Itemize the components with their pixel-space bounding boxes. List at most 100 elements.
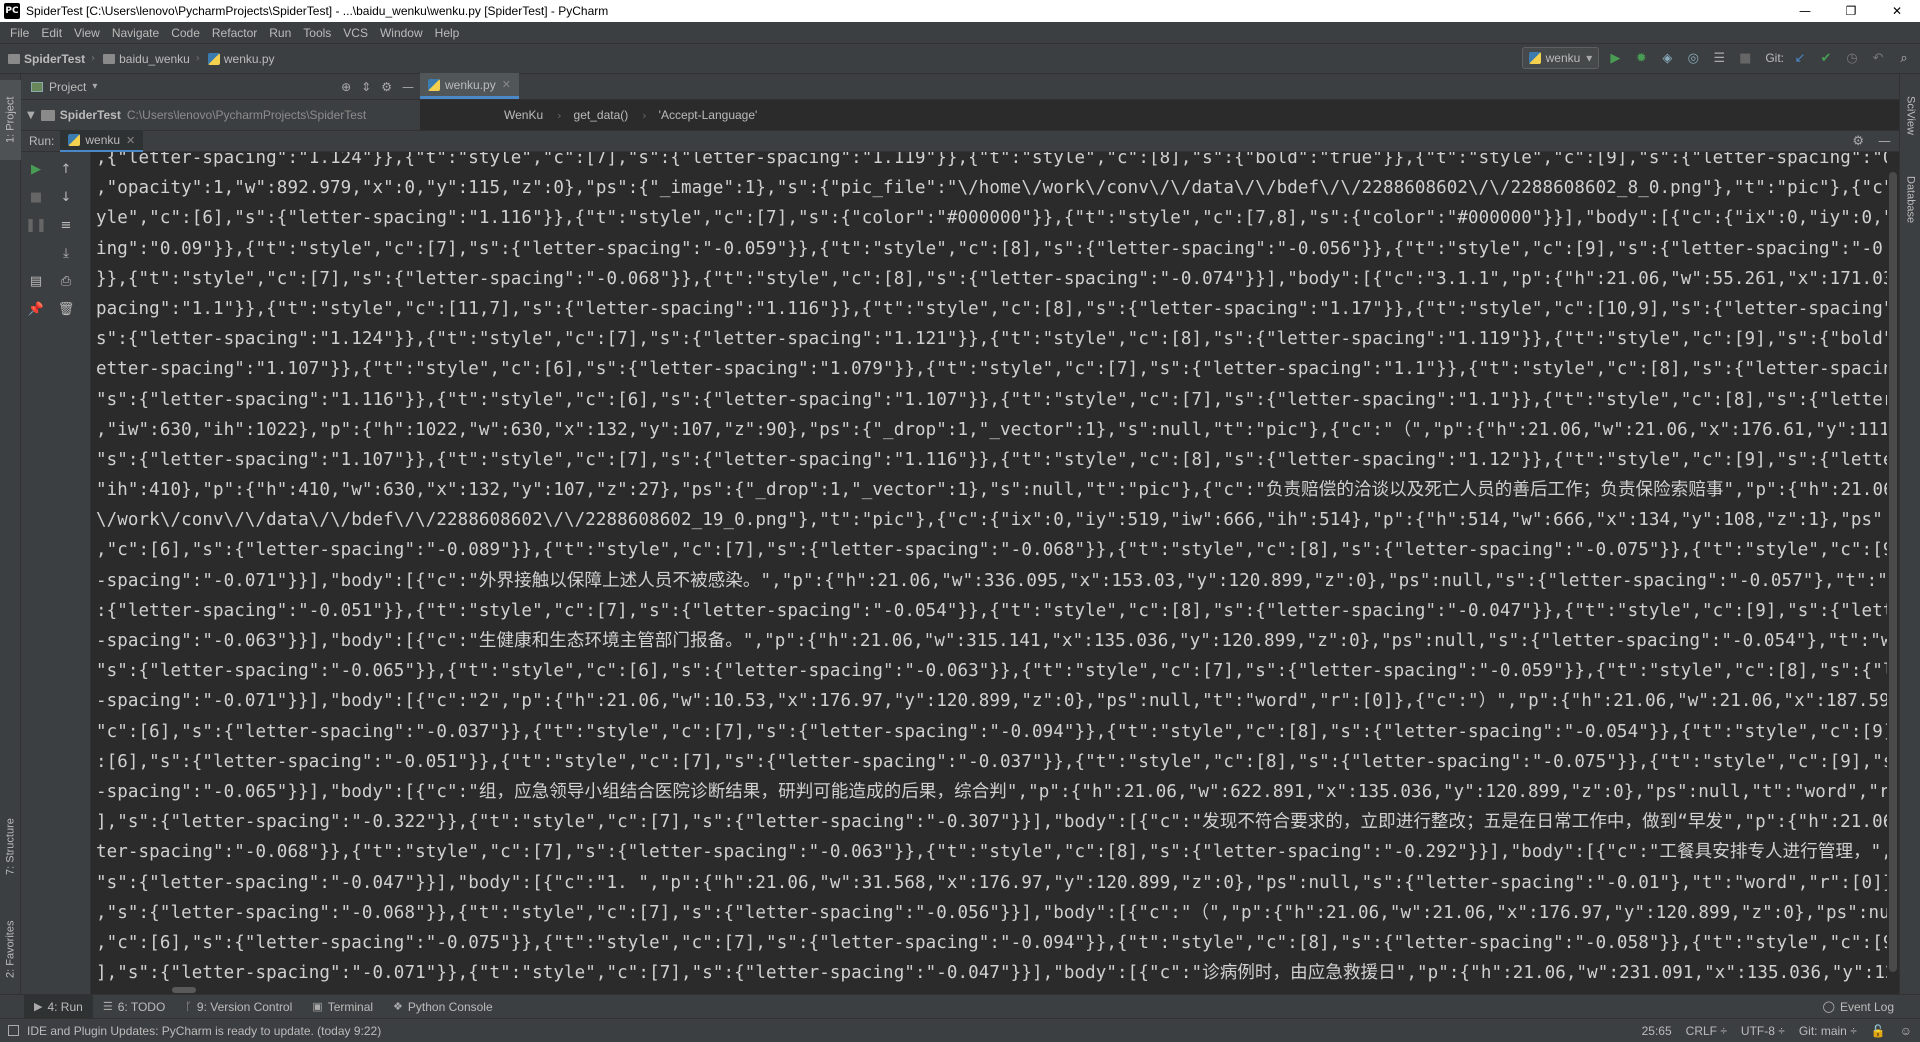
hide-icon[interactable]: — bbox=[1878, 134, 1891, 149]
scroll-to-end-icon[interactable]: ⤓ bbox=[55, 242, 77, 264]
build-icon[interactable]: ☰ bbox=[1709, 48, 1729, 68]
revert-icon[interactable]: ↶ bbox=[1868, 48, 1888, 68]
chevron-down-icon[interactable]: ▼ bbox=[27, 110, 35, 121]
hide-icon[interactable]: — bbox=[402, 80, 414, 94]
vertical-scrollbar[interactable] bbox=[1887, 152, 1899, 994]
minimize-button[interactable]: — bbox=[1782, 0, 1828, 22]
tool-tab-database[interactable]: Database bbox=[1900, 160, 1920, 240]
stop-icon[interactable]: ■ bbox=[25, 186, 47, 208]
status-bar: IDE and Plugin Updates: PyCharm is ready… bbox=[0, 1018, 1920, 1042]
terminal-icon: ▣ bbox=[312, 1001, 323, 1013]
run-config-dropdown[interactable]: wenku ▾ bbox=[1521, 47, 1600, 69]
tab-label: Python Console bbox=[407, 999, 493, 1014]
debug-icon[interactable]: ✹ bbox=[1631, 48, 1651, 68]
stop-icon[interactable]: ■ bbox=[1735, 48, 1755, 68]
arrow-down-icon[interactable]: ↓ bbox=[55, 186, 77, 208]
bottom-tool-tabs: ▶ 4: Run ☰ 6: TODO ᚴ 9: Version Control … bbox=[0, 994, 1920, 1019]
menu-code[interactable]: Code bbox=[165, 26, 206, 40]
breadcrumb-function[interactable]: get_data() bbox=[574, 108, 643, 122]
menu-tools[interactable]: Tools bbox=[297, 26, 337, 40]
project-tree: ▼ SpiderTest C:\Users\lenovo\PycharmProj… bbox=[21, 100, 420, 130]
breadcrumb-key[interactable]: 'Accept-Language' bbox=[659, 108, 772, 122]
arrow-up-icon[interactable]: ↑ bbox=[55, 158, 77, 180]
nav-crumb-project[interactable]: SpiderTest bbox=[0, 52, 91, 66]
menu-help[interactable]: Help bbox=[429, 26, 466, 40]
left-tool-stripe: 1: Project 7: Structure 2: Favorites bbox=[0, 74, 21, 1002]
menu-run[interactable]: Run bbox=[263, 26, 297, 40]
search-icon[interactable]: ⌕ bbox=[1894, 48, 1914, 68]
git-commit-icon[interactable]: ✔ bbox=[1816, 48, 1836, 68]
layout-icon[interactable]: ▤ bbox=[25, 270, 47, 292]
locate-icon[interactable]: ⊕ bbox=[341, 80, 351, 94]
run-icon: ▶ bbox=[34, 1001, 43, 1013]
history-icon[interactable]: ◷ bbox=[1842, 48, 1862, 68]
nav-crumb-folder[interactable]: baidu_wenku bbox=[95, 52, 196, 66]
project-view-dropdown[interactable]: Project ▾ bbox=[21, 80, 97, 94]
gear-icon[interactable]: ⚙ bbox=[381, 80, 392, 94]
menu-file[interactable]: File bbox=[4, 26, 35, 40]
line-separator[interactable]: CRLF ÷ bbox=[1686, 1024, 1727, 1038]
close-icon[interactable]: ✕ bbox=[502, 78, 511, 91]
event-log-icon: ◯ bbox=[1822, 1001, 1835, 1013]
caret-position[interactable]: 25:65 bbox=[1642, 1024, 1672, 1038]
profile-icon[interactable]: ◎ bbox=[1683, 48, 1703, 68]
maximize-button[interactable]: ❐ bbox=[1828, 0, 1874, 22]
menu-view[interactable]: View bbox=[68, 26, 106, 40]
inspector-icon[interactable]: ☺ bbox=[1900, 1024, 1912, 1038]
gear-icon[interactable]: ⚙ bbox=[1852, 134, 1864, 149]
status-message[interactable]: IDE and Plugin Updates: PyCharm is ready… bbox=[0, 1024, 381, 1038]
git-update-icon[interactable]: ↙ bbox=[1790, 48, 1810, 68]
horizontal-scrollbar[interactable] bbox=[92, 986, 1887, 994]
trash-icon[interactable]: 🗑 bbox=[55, 298, 77, 320]
close-icon[interactable]: ✕ bbox=[126, 134, 135, 147]
pin-icon[interactable]: 📌 bbox=[25, 298, 47, 320]
console-line: -spacing":"-0.063"}}],"body":[{"c":"生健康和… bbox=[96, 631, 1891, 651]
git-branch[interactable]: Git: main ÷ bbox=[1799, 1024, 1857, 1038]
tool-tab-favorites[interactable]: 2: Favorites bbox=[0, 904, 21, 994]
tab-todo[interactable]: ☰ 6: TODO bbox=[93, 995, 175, 1019]
scrollbar-thumb[interactable] bbox=[1889, 172, 1897, 972]
rerun-icon[interactable]: ▶ bbox=[25, 158, 47, 180]
tool-tab-sciview[interactable]: SciView bbox=[1900, 80, 1920, 150]
console-line: "s":{"letter-spacing":"-0.047"}}],"body"… bbox=[96, 872, 1891, 893]
window-controls: — ❐ ✕ bbox=[1782, 0, 1920, 22]
console-line: }},{"t":"style","c":[7],"s":{"letter-spa… bbox=[96, 268, 1891, 289]
menu-navigate[interactable]: Navigate bbox=[106, 26, 165, 40]
pause-icon[interactable]: ❚❚ bbox=[25, 214, 47, 236]
close-button[interactable]: ✕ bbox=[1874, 0, 1920, 22]
lock-icon[interactable]: 🔓 bbox=[1871, 1024, 1886, 1038]
tab-python-console[interactable]: ❖ Python Console bbox=[383, 995, 503, 1019]
nav-crumb-label: wenku.py bbox=[223, 51, 275, 66]
tool-tab-structure[interactable]: 7: Structure bbox=[0, 802, 21, 892]
menu-window[interactable]: Window bbox=[374, 26, 429, 40]
coverage-icon[interactable]: ◈ bbox=[1657, 48, 1677, 68]
tab-version-control[interactable]: ᚴ 9: Version Control bbox=[175, 995, 302, 1019]
soft-wrap-icon[interactable]: ≡ bbox=[55, 214, 77, 236]
menu-edit[interactable]: Edit bbox=[35, 26, 68, 40]
scrollbar-thumb[interactable] bbox=[172, 987, 196, 993]
vcs-icon: ᚴ bbox=[185, 1000, 192, 1013]
folder-icon bbox=[103, 53, 116, 64]
run-tab-wenku[interactable]: wenku ✕ bbox=[60, 130, 144, 152]
run-console[interactable]: ,{"letter-spacing":"1.124"}},{"t":"style… bbox=[92, 152, 1899, 994]
tab-label: 6: TODO bbox=[117, 999, 166, 1014]
collapse-all-icon[interactable]: ⇕ bbox=[361, 80, 371, 94]
console-line: :{"letter-spacing":"-0.051"}},{"t":"styl… bbox=[96, 600, 1891, 621]
project-root-name[interactable]: SpiderTest bbox=[60, 108, 121, 122]
editor-tab-wenku[interactable]: wenku.py ✕ bbox=[420, 73, 519, 99]
menu-vcs[interactable]: VCS bbox=[337, 26, 374, 40]
event-log-button[interactable]: ◯ Event Log bbox=[1823, 1000, 1894, 1014]
nav-crumb-file[interactable]: wenku.py bbox=[200, 52, 281, 66]
run-icon[interactable]: ▶ bbox=[1605, 48, 1625, 68]
python-file-icon bbox=[207, 52, 220, 65]
tab-label: 9: Version Control bbox=[196, 999, 293, 1014]
breadcrumb-class[interactable]: WenKu bbox=[504, 108, 557, 122]
folder-icon bbox=[40, 109, 55, 121]
tab-terminal[interactable]: ▣ Terminal bbox=[302, 995, 383, 1019]
print-icon[interactable]: ⎙ bbox=[55, 270, 77, 292]
tab-run[interactable]: ▶ 4: Run bbox=[24, 994, 93, 1019]
menu-refactor[interactable]: Refactor bbox=[206, 26, 263, 40]
file-encoding[interactable]: UTF-8 ÷ bbox=[1741, 1024, 1785, 1038]
tool-tab-project[interactable]: 1: Project bbox=[0, 80, 21, 160]
console-line: ,"c":[6],"s":{"letter-spacing":"-0.075"}… bbox=[96, 932, 1891, 953]
